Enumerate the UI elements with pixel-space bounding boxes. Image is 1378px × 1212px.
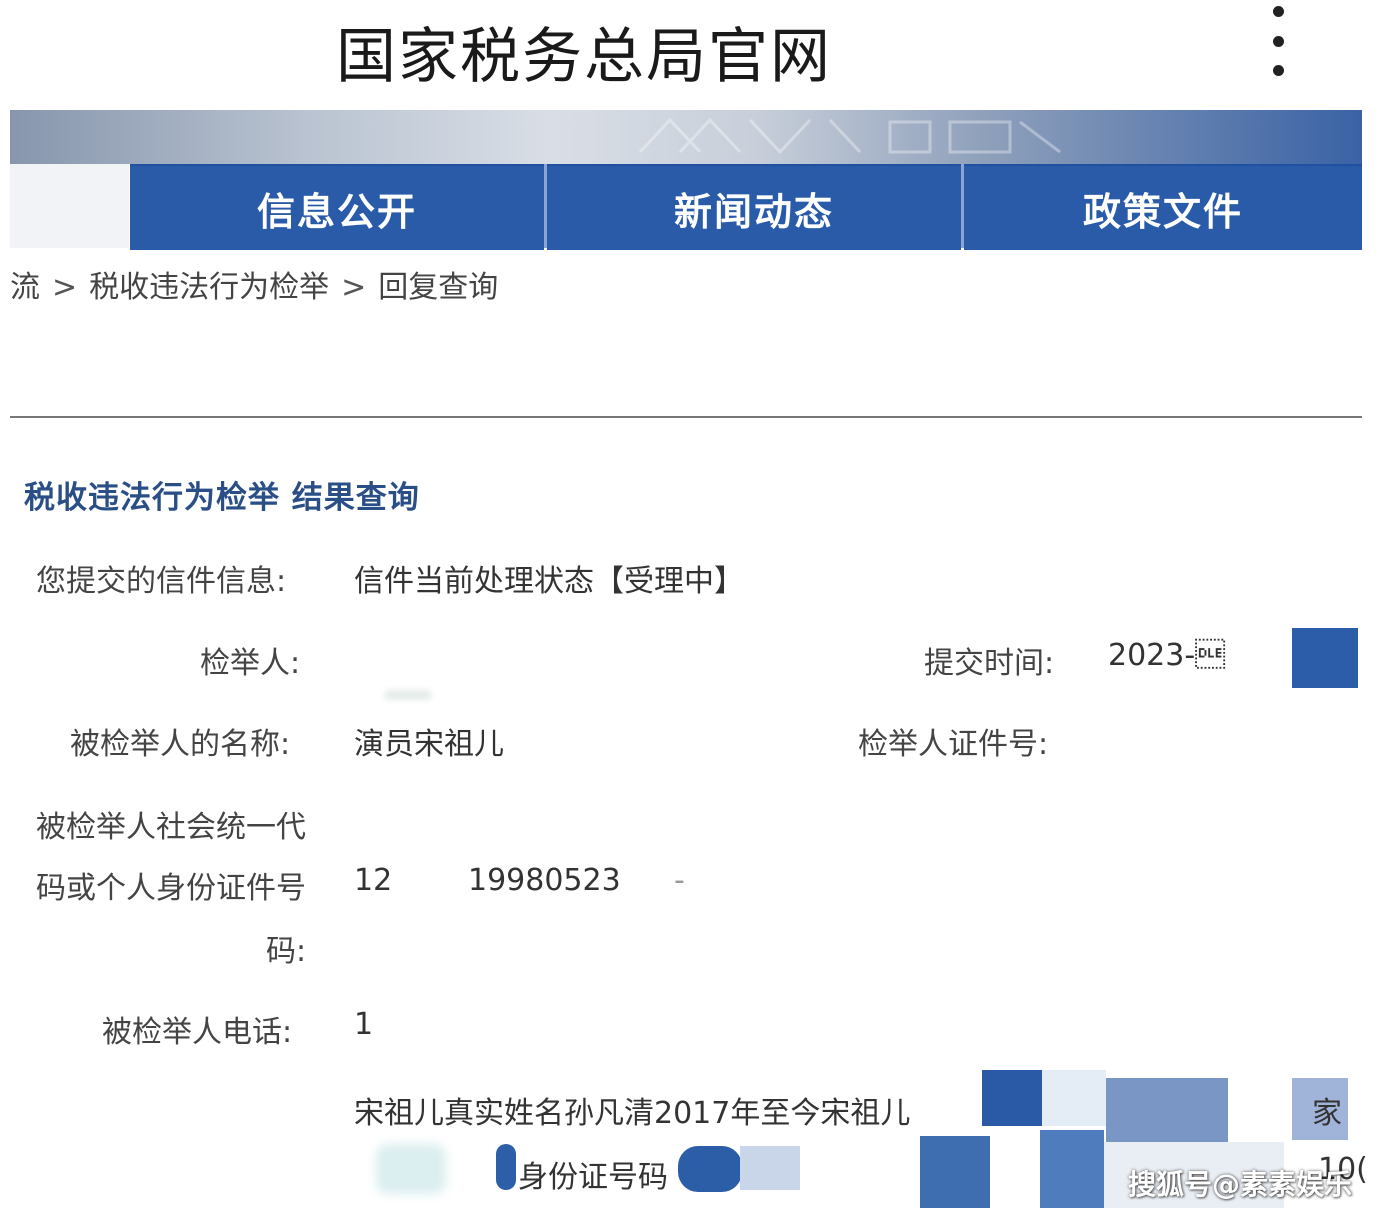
reported-code-label-line3: 码:: [266, 934, 307, 969]
reported-code-label-line2: 码或个人身份证件号: [36, 871, 306, 906]
nav-spacer: [10, 164, 129, 248]
submit-time-value: 2023-: [1108, 638, 1226, 673]
report-content-line1-tail: 家: [1312, 1096, 1342, 1131]
result-title: 税收违法行为检举 结果查询: [24, 480, 420, 516]
redacted-mosaic: [1106, 1078, 1228, 1142]
report-content-line1: 宋祖儿真实姓名孙凡清2017年至今宋祖儿: [354, 1096, 911, 1131]
redacted-blur: [496, 1144, 516, 1190]
breadcrumb-separator: >: [341, 270, 367, 305]
redacted-blur: [376, 1144, 446, 1194]
tab-policy-documents[interactable]: 政策文件: [964, 164, 1362, 250]
reporter-label: 检举人:: [200, 646, 301, 681]
reported-phone-value: 1: [354, 1007, 374, 1042]
watermark: 搜狐号@素素娱乐: [1128, 1168, 1353, 1201]
redacted-blur: [678, 1146, 742, 1192]
redacted-mosaic: [1042, 1070, 1106, 1126]
redacted-mosaic: [1292, 628, 1358, 688]
reported-name-label: 被检举人的名称:: [70, 727, 291, 762]
reported-code-label-line1: 被检举人社会统一代: [36, 810, 306, 845]
more-vertical-icon[interactable]: [1262, 6, 1294, 76]
reported-code-mid: 19980523: [468, 863, 621, 898]
banner-decoration: [638, 117, 1061, 155]
breadcrumb: 流 > 税收违法行为检举 > 回复查询: [10, 262, 498, 306]
breadcrumb-item-partial[interactable]: 流: [10, 270, 40, 305]
breadcrumb-item-reply-query: 回复查询: [378, 270, 499, 305]
reported-name-value: 演员宋祖儿: [354, 727, 504, 762]
redacted-mosaic: [982, 1070, 1042, 1126]
site-title: 国家税务总局官网: [336, 22, 832, 92]
submit-time-label: 提交时间:: [924, 646, 1055, 681]
redacted-mosaic: [920, 1136, 990, 1208]
redacted-mosaic: [1040, 1130, 1104, 1208]
reported-code-tail: -: [674, 863, 685, 898]
letter-info-label: 您提交的信件信息:: [36, 564, 287, 599]
reporter-id-label: 检举人证件号:: [858, 727, 1049, 762]
report-content-line2: 身份证号码: [518, 1160, 668, 1195]
reported-code-prefix: 12: [354, 863, 393, 898]
reported-phone-label: 被检举人电话:: [102, 1015, 293, 1050]
redacted-reporter: [384, 690, 432, 700]
tab-news[interactable]: 新闻动态: [547, 164, 961, 250]
tab-info-disclosure[interactable]: 信息公开: [130, 164, 544, 250]
redacted-mosaic: [740, 1146, 800, 1190]
breadcrumb-item-tax-report[interactable]: 税收违法行为检举: [89, 270, 329, 305]
section-divider: [10, 416, 1362, 418]
breadcrumb-separator: >: [52, 270, 78, 305]
main-nav: 信息公开 新闻动态 政策文件: [10, 164, 1362, 250]
letter-status: 信件当前处理状态【受理中】: [354, 564, 744, 599]
title-bar: 国家税务总局官网: [0, 0, 1378, 110]
